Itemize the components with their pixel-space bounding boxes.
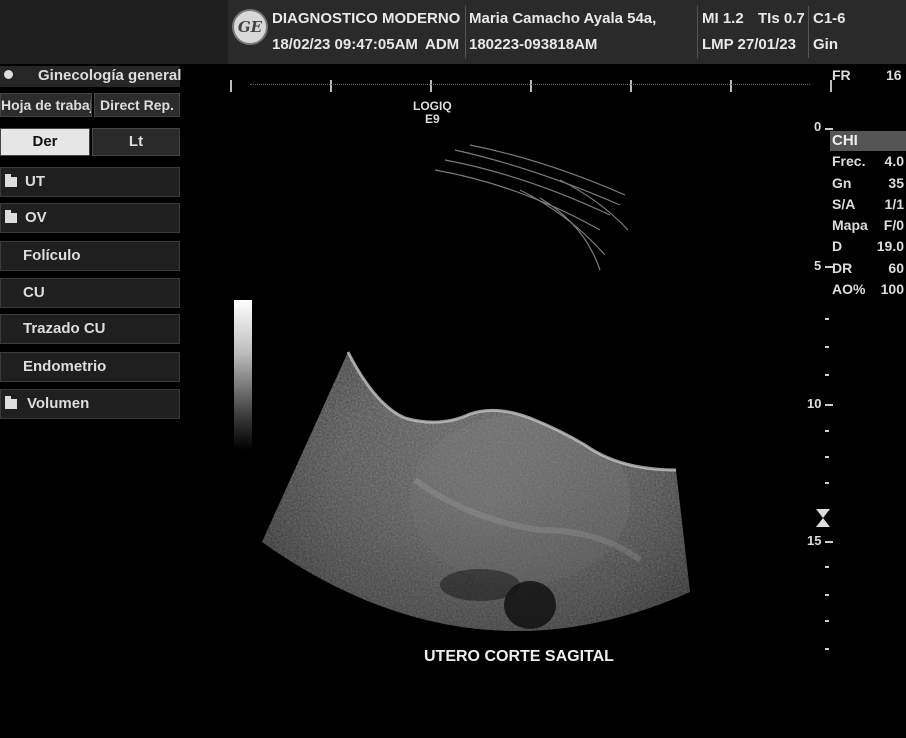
lateral-tick (630, 80, 632, 92)
side-right-button[interactable]: Der (0, 128, 90, 156)
param-key: S/A (832, 196, 856, 212)
bullet-icon (4, 70, 13, 79)
header-left-blank (0, 0, 228, 64)
measure-folder-ut[interactable]: UT (0, 167, 180, 197)
depth-minor-tick (825, 346, 829, 348)
list-item-label: OV (25, 209, 47, 226)
exam-id: 180223-093818AM (469, 36, 598, 53)
tab-direct-report[interactable]: Direct Rep. (94, 93, 180, 117)
param-sa: S/A 1/1 (832, 196, 904, 215)
depth-tick (825, 404, 833, 406)
lateral-tick (230, 80, 232, 92)
depth-minor-tick (825, 566, 829, 568)
measure-item-trazado-cu[interactable]: Trazado CU (0, 314, 180, 344)
param-acoustic-output: AO% 100 (832, 281, 904, 300)
depth-label: 5 (814, 258, 822, 273)
list-item-label: Trazado CU (23, 320, 106, 337)
depth-tick (825, 541, 833, 543)
header-divider (465, 6, 466, 58)
depth-minor-tick (825, 648, 829, 650)
frame-rate-label: FR (832, 67, 851, 83)
list-item-label: CU (23, 284, 45, 301)
depth-label: 0 (814, 119, 822, 134)
param-value: 35 (888, 175, 904, 191)
measure-item-foliculo[interactable]: Folículo (0, 241, 180, 271)
header-divider (697, 6, 698, 58)
protocol-title: Ginecología general (38, 67, 182, 84)
measure-item-endometrio[interactable]: Endometrio (0, 352, 180, 382)
param-key: Frec. (832, 153, 866, 169)
list-item-label: Volumen (27, 395, 90, 412)
lateral-tick (730, 80, 732, 92)
lmp-date: LMP 27/01/23 (702, 36, 796, 53)
param-value: 1/1 (884, 196, 904, 212)
list-item-label: UT (25, 173, 45, 190)
institution-name: DIAGNOSTICO MODERNO (272, 10, 461, 27)
ge-logo: GE (232, 9, 268, 45)
grayscale-bar (234, 300, 252, 450)
param-value: 19.0 (876, 238, 904, 254)
patient-name: Maria Camacho Ayala 54a, (469, 10, 657, 27)
depth-label: 10 (807, 396, 822, 411)
tab-worksheet[interactable]: Hoja de trabajo (0, 93, 92, 117)
operator: ADM (425, 36, 460, 53)
param-key: Mapa (832, 217, 868, 233)
list-item-label: Endometrio (23, 358, 107, 375)
image-annotation: UTERO CORTE SAGITAL (424, 648, 614, 665)
param-value: F/0 (883, 217, 904, 233)
param-key: AO% (832, 281, 866, 297)
lateral-tick (430, 80, 432, 92)
preset-name: Gin (813, 36, 838, 53)
mechanical-index: MI 1.2 (702, 10, 744, 27)
imaging-mode-label: CHI (832, 132, 858, 149)
measure-item-cu[interactable]: CU (0, 278, 180, 308)
thermal-index: TIs 0.7 (758, 10, 805, 27)
folder-icon (5, 174, 17, 187)
param-value: 100 (880, 281, 904, 297)
measure-folder-volumen[interactable]: Volumen (0, 389, 180, 419)
param-key: D (832, 238, 843, 254)
list-item-label: Folículo (23, 247, 81, 264)
depth-tick (825, 128, 833, 130)
depth-minor-tick (825, 374, 829, 376)
param-value: 4.0 (884, 153, 904, 169)
depth-minor-tick (825, 482, 829, 484)
system-model: E9 (424, 112, 440, 126)
lateral-tick (330, 80, 332, 92)
param-depth: D 19.0 (832, 238, 904, 257)
side-left-button[interactable]: Lt (92, 128, 180, 156)
param-value: 60 (888, 260, 904, 276)
param-map: Mapa F/0 (832, 217, 904, 236)
depth-minor-tick (825, 594, 829, 596)
exam-datetime: 18/02/23 09:47:05AM (272, 36, 418, 53)
frame-rate-value: 16 (886, 67, 902, 83)
depth-label: 15 (807, 533, 822, 548)
imaging-mode: CHI (830, 131, 906, 151)
param-frequency: Frec. 4.0 (832, 153, 904, 172)
probe-name: C1-6 (813, 10, 846, 27)
param-gain: Gn 35 (832, 175, 904, 194)
param-key: Gn (832, 175, 852, 191)
folder-icon (5, 396, 17, 409)
lateral-tick (530, 80, 532, 92)
lateral-dots (250, 84, 810, 86)
system-label: LOGIQ E9 (413, 100, 452, 126)
focal-zone-icon (816, 509, 830, 527)
depth-minor-tick (825, 456, 829, 458)
measure-folder-ov[interactable]: OV (0, 203, 180, 233)
depth-minor-tick (825, 620, 829, 622)
param-dynamic-range: DR 60 (832, 260, 904, 279)
param-key: DR (832, 260, 853, 276)
depth-minor-tick (825, 430, 829, 432)
header-divider (808, 6, 809, 58)
depth-minor-tick (825, 318, 829, 320)
folder-icon (5, 210, 17, 223)
ge-logo-text: GE (237, 18, 263, 36)
